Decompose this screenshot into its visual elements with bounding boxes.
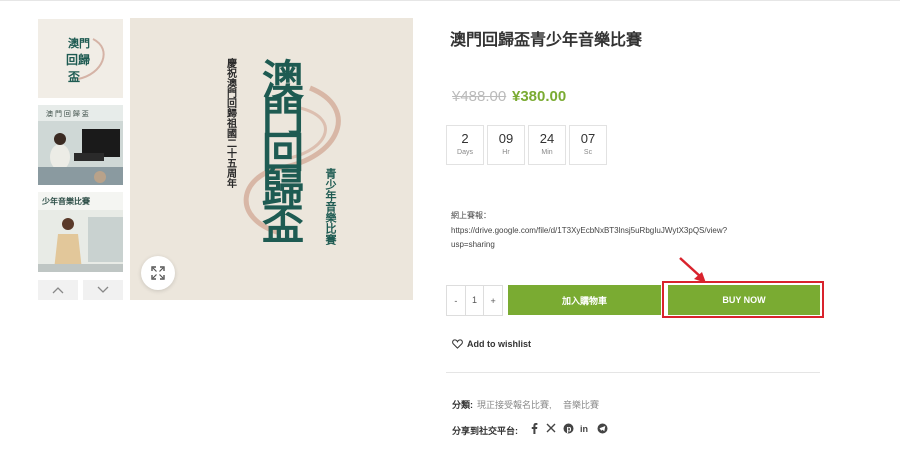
telegram-icon[interactable] — [596, 422, 608, 434]
thumbnail-next-button[interactable] — [83, 280, 123, 300]
svg-text:少年音樂比賽: 少年音樂比賽 — [41, 196, 91, 206]
chevron-down-icon — [97, 286, 109, 293]
expand-icon — [151, 266, 165, 280]
description-link-cont[interactable]: usp=sharing — [451, 240, 495, 249]
thumbnail-1[interactable]: 澳門 回歸 盃 — [38, 19, 123, 98]
countdown-value: 07 — [580, 131, 596, 146]
red-arrow-icon — [679, 257, 706, 283]
qty-minus-button[interactable]: - — [447, 296, 465, 306]
thumbnail-3[interactable]: 少年音樂比賽 — [38, 192, 123, 272]
countdown-value: 09 — [498, 131, 514, 146]
product-title: 澳門回歸盃青少年音樂比賽 — [450, 32, 643, 49]
svg-text:盃: 盃 — [68, 70, 80, 84]
poster-thumbnail-art: 澳門 回歸 盃 — [38, 19, 123, 98]
thumbnail-prev-button[interactable] — [38, 280, 78, 300]
add-to-cart-button[interactable]: 加入購物車 — [508, 285, 661, 315]
quantity-stepper: - 1 + — [446, 285, 503, 316]
main-product-image[interactable]: 慶祝澳門回歸祖國二十五周年 澳門回歸盃 青少年音樂比賽 — [130, 18, 413, 300]
category-label: 分類: — [452, 400, 473, 410]
sale-price: ¥380.00 — [512, 88, 567, 105]
thumbnail-2[interactable]: 澳 門 回 歸 盃 — [38, 105, 123, 185]
wishlist-label: Add to wishlist — [467, 339, 531, 349]
countdown-unit: Sc — [583, 149, 593, 156]
pinterest-icon[interactable]: p — [562, 422, 574, 434]
zoom-button[interactable] — [141, 256, 175, 290]
poster-main-title: 澳門回歸盃 — [257, 58, 304, 243]
countdown-value: 2 — [461, 131, 469, 146]
countdown-seconds: 07 Sc — [569, 125, 607, 165]
facebook-icon[interactable] — [528, 422, 540, 434]
x-icon[interactable] — [545, 422, 557, 434]
svg-text:in: in — [580, 424, 588, 434]
qty-plus-button[interactable]: + — [484, 296, 502, 306]
add-to-wishlist-link[interactable]: Add to wishlist — [452, 339, 531, 349]
svg-text:澳 門 回 歸 盃: 澳 門 回 歸 盃 — [46, 109, 89, 118]
svg-text:p: p — [566, 424, 571, 433]
poster-subtitle: 青少年音樂比賽 — [324, 167, 338, 246]
category-link-2[interactable]: 音樂比賽 — [563, 398, 599, 411]
qty-input[interactable]: 1 — [464, 286, 485, 315]
countdown-hours: 09 Hr — [487, 125, 525, 165]
meta-divider — [446, 372, 820, 373]
share-label: 分享到社交平台: — [452, 426, 518, 436]
heart-icon — [452, 339, 463, 349]
countdown-unit: Days — [457, 149, 473, 156]
chevron-up-icon — [52, 287, 64, 294]
countdown-value: 24 — [539, 131, 555, 146]
description-label: 網上賽報： — [451, 211, 491, 220]
original-price: ¥488.00 — [452, 88, 507, 105]
category-link-1[interactable]: 現正接受報名比賽, — [477, 398, 552, 411]
poster-art: 慶祝澳門回歸祖國二十五周年 澳門回歸盃 青少年音樂比賽 — [130, 18, 413, 300]
countdown-minutes: 24 Min — [528, 125, 566, 165]
countdown-days: 2 Days — [446, 125, 484, 165]
countdown-unit: Min — [541, 149, 553, 156]
singer-photo-thumbnail: 少年音樂比賽 — [38, 192, 123, 272]
piano-photo-thumbnail: 澳 門 回 歸 盃 — [38, 105, 123, 185]
svg-text:澳門: 澳門 — [68, 36, 90, 50]
top-divider — [0, 0, 900, 1]
linkedin-icon[interactable]: in — [579, 422, 591, 434]
countdown-unit: Hr — [502, 149, 510, 156]
description-link[interactable]: https://drive.google.com/file/d/1T3XyEcb… — [451, 226, 727, 235]
svg-text:回歸: 回歸 — [66, 52, 90, 67]
buy-now-button[interactable]: BUY NOW — [668, 285, 820, 315]
